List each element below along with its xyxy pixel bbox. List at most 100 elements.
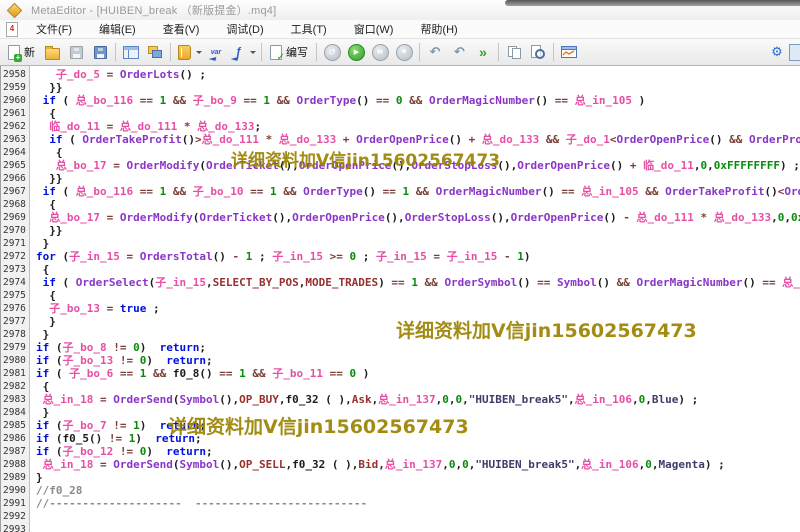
menu-item-6[interactable]: 帮助(H)	[411, 20, 466, 38]
line-number[interactable]: 2968	[1, 198, 29, 211]
menu-items: 文件(F) 编辑(E) 查看(V) 调试(D) 工具(T) 窗口(W) 帮助(H)	[27, 20, 476, 38]
search-function-button[interactable]	[228, 41, 258, 63]
code-line[interactable]: }	[36, 237, 800, 250]
line-number[interactable]: 2959	[1, 81, 29, 94]
line-number[interactable]: 2982	[1, 380, 29, 393]
line-number-gutter[interactable]: 2958295929602961296229632964296529662967…	[1, 66, 30, 532]
toolbox-panel-button[interactable]	[143, 41, 167, 63]
line-number[interactable]: 2980	[1, 354, 29, 367]
code-line[interactable]: //-------------------- -----------------…	[36, 497, 800, 510]
menu-item-5[interactable]: 窗口(W)	[345, 20, 403, 38]
code-line[interactable]: 临_do_11 = 总_do_111 * 总_do_133;	[36, 120, 800, 133]
code-line[interactable]	[36, 523, 800, 532]
new-file-button[interactable]: + 新	[3, 41, 40, 63]
line-number[interactable]: 2986	[1, 432, 29, 445]
line-number[interactable]: 2960	[1, 94, 29, 107]
line-number[interactable]: 2958	[1, 68, 29, 81]
line-number[interactable]: 2992	[1, 510, 29, 523]
code-line[interactable]: 子_bo_13 = true ;	[36, 302, 800, 315]
copy-button[interactable]	[502, 41, 526, 63]
save-button[interactable]	[64, 41, 88, 63]
mql-reference-button[interactable]	[174, 41, 204, 63]
stop-icon	[396, 44, 413, 61]
code-line[interactable]: }}	[36, 81, 800, 94]
line-number[interactable]: 2973	[1, 263, 29, 276]
line-number[interactable]: 2983	[1, 393, 29, 406]
line-number[interactable]: 2979	[1, 341, 29, 354]
code-line[interactable]: }	[36, 471, 800, 484]
menu-item-0[interactable]: 文件(F)	[27, 20, 81, 38]
line-number[interactable]: 2974	[1, 276, 29, 289]
code-line[interactable]: for (子_in_15 = OrdersTotal() - 1 ; 子_in_…	[36, 250, 800, 263]
start-debug-button[interactable]	[344, 41, 368, 63]
code-line[interactable]: }}	[36, 224, 800, 237]
line-number[interactable]: 2972	[1, 250, 29, 263]
open-terminal-button[interactable]	[557, 41, 581, 63]
code-line[interactable]: 总_in_18 = OrderSend(Symbol(),OP_SELL,f0_…	[36, 458, 800, 471]
line-number[interactable]: 2984	[1, 406, 29, 419]
line-number[interactable]: 2976	[1, 302, 29, 315]
line-number[interactable]: 2965	[1, 159, 29, 172]
code-line[interactable]: 子_do_5 = OrderLots() ;	[36, 68, 800, 81]
print-preview-button[interactable]	[526, 41, 550, 63]
line-number[interactable]: 2961	[1, 107, 29, 120]
continue-button[interactable]	[471, 41, 495, 63]
code-line[interactable]: if (子_bo_12 != 0) return;	[36, 445, 800, 458]
line-number[interactable]: 2989	[1, 471, 29, 484]
stop-debug-button[interactable]	[392, 41, 416, 63]
line-number[interactable]: 2981	[1, 367, 29, 380]
code-line[interactable]: if (子_bo_13 != 0) return;	[36, 354, 800, 367]
line-number[interactable]: 2966	[1, 172, 29, 185]
line-number[interactable]: 2969	[1, 211, 29, 224]
line-number[interactable]: 2964	[1, 146, 29, 159]
line-number[interactable]: 2985	[1, 419, 29, 432]
menu-item-4[interactable]: 工具(T)	[282, 20, 336, 38]
navigator-panel-button[interactable]	[119, 41, 143, 63]
code-line[interactable]: {	[36, 289, 800, 302]
line-number[interactable]: 2975	[1, 289, 29, 302]
code-line[interactable]: if ( 总_bo_116 == 1 && 子_bo_9 == 1 && Ord…	[36, 94, 800, 107]
code-line[interactable]: //f0_28	[36, 484, 800, 497]
code-text-area[interactable]: 子_do_5 = OrderLots() ; }} if ( 总_bo_116 …	[30, 66, 800, 532]
compile-button[interactable]: 编写	[265, 41, 313, 63]
code-line[interactable]: {	[36, 107, 800, 120]
code-line[interactable]: {	[36, 380, 800, 393]
code-line[interactable]: if ( OrderTakeProfit()>总_do_111 * 总_do_1…	[36, 133, 800, 146]
code-line[interactable]: }}	[36, 172, 800, 185]
menu-item-3[interactable]: 调试(D)	[217, 20, 272, 38]
line-number[interactable]: 2970	[1, 224, 29, 237]
line-number[interactable]: 2991	[1, 497, 29, 510]
code-line[interactable]: if ( 子_bo_6 == 1 && f0_8() == 1 && 子_bo_…	[36, 367, 800, 380]
line-number[interactable]: 2993	[1, 523, 29, 532]
code-line[interactable]: {	[36, 263, 800, 276]
step-out-button[interactable]	[423, 41, 447, 63]
restart-debug-button[interactable]	[320, 41, 344, 63]
line-number[interactable]: 2988	[1, 458, 29, 471]
step-into-button[interactable]	[447, 41, 471, 63]
line-number[interactable]: 2971	[1, 237, 29, 250]
code-line[interactable]: 总_in_18 = OrderSend(Symbol(),OP_BUY,f0_3…	[36, 393, 800, 406]
window-split-icon	[123, 44, 140, 61]
line-number[interactable]: 2977	[1, 315, 29, 328]
pause-debug-button[interactable]	[368, 41, 392, 63]
save-as-floppy-icon	[92, 44, 109, 61]
line-number[interactable]: 2990	[1, 484, 29, 497]
code-editor[interactable]: 2958295929602961296229632964296529662967…	[0, 66, 800, 532]
code-line[interactable]: 总_bo_17 = OrderModify(OrderTicket(),Orde…	[36, 211, 800, 224]
save-as-button[interactable]	[88, 41, 112, 63]
line-number[interactable]: 2967	[1, 185, 29, 198]
line-number[interactable]: 2962	[1, 120, 29, 133]
code-line[interactable]: {	[36, 198, 800, 211]
code-line[interactable]: if ( OrderSelect(子_in_15,SELECT_BY_POS,M…	[36, 276, 800, 289]
search-var-button[interactable]	[204, 41, 228, 63]
code-line[interactable]: if ( 总_bo_116 == 1 && 子_bo_10 == 1 && Or…	[36, 185, 800, 198]
menu-item-2[interactable]: 查看(V)	[154, 20, 209, 38]
line-number[interactable]: 2987	[1, 445, 29, 458]
settings-button[interactable]	[765, 41, 789, 63]
menu-item-1[interactable]: 编辑(E)	[90, 20, 145, 38]
line-number[interactable]: 2978	[1, 328, 29, 341]
line-number[interactable]: 2963	[1, 133, 29, 146]
toolbar-overflow-button[interactable]	[789, 44, 800, 61]
open-file-button[interactable]	[40, 41, 64, 63]
code-line[interactable]	[36, 510, 800, 523]
